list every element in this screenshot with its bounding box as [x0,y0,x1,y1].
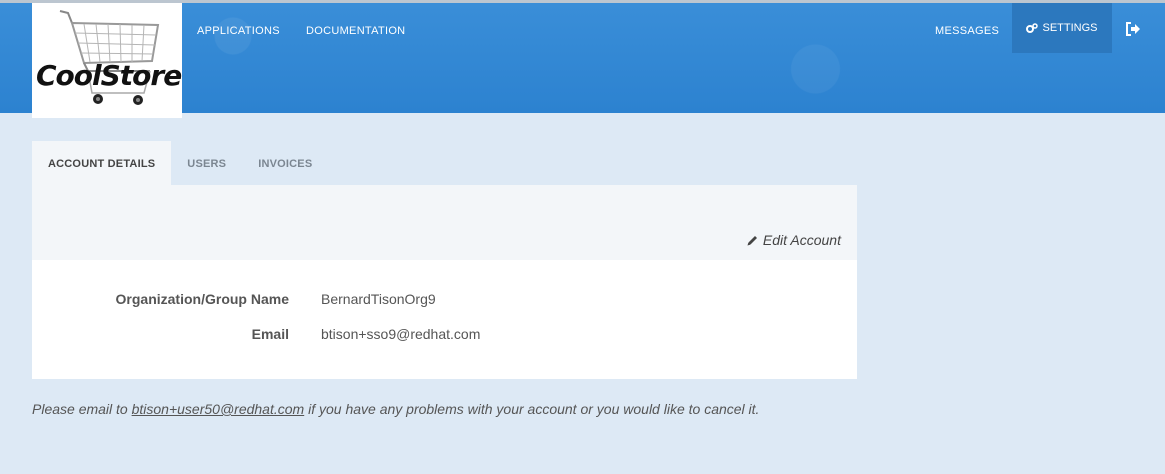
support-note: Please email to btison+user50@redhat.com… [32,401,759,417]
logo-text: CoolStore [36,59,182,92]
account-details-panel: Organization/Group Name BernardTisonOrg9… [32,260,857,379]
pencil-icon [747,235,757,245]
tab-invoices[interactable]: INVOICES [242,141,328,185]
nav-messages[interactable]: MESSAGES [935,3,999,53]
nav-documentation[interactable]: DOCUMENTATION [306,3,405,53]
edit-account-link[interactable]: Edit Account [746,232,841,248]
org-name-value: BernardTisonOrg9 [321,291,436,307]
nav-settings-label: SETTINGS [1042,22,1098,34]
sign-out-icon [1126,22,1140,36]
gears-icon [1026,22,1039,33]
nav-settings[interactable]: SETTINGS [1012,3,1112,53]
tab-account-details[interactable]: ACCOUNT DETAILS [32,141,172,185]
logout-button[interactable] [1123,19,1143,39]
edit-account-label: Edit Account [762,232,841,248]
tab-users[interactable]: USERS [171,141,242,185]
account-tabs: ACCOUNT DETAILS USERS INVOICES [32,141,328,185]
email-label: Email [251,326,289,342]
support-note-prefix: Please email to [32,401,132,417]
support-email-link[interactable]: btison+user50@redhat.com [132,401,305,417]
coolstore-logo[interactable]: CoolStore [32,3,182,118]
org-name-label: Organization/Group Name [115,291,289,307]
support-note-suffix: if you have any problems with your accou… [304,401,760,417]
email-value: btison+sso9@redhat.com [321,326,481,342]
account-panel-header: Edit Account [32,185,857,260]
nav-applications[interactable]: APPLICATIONS [197,3,280,53]
